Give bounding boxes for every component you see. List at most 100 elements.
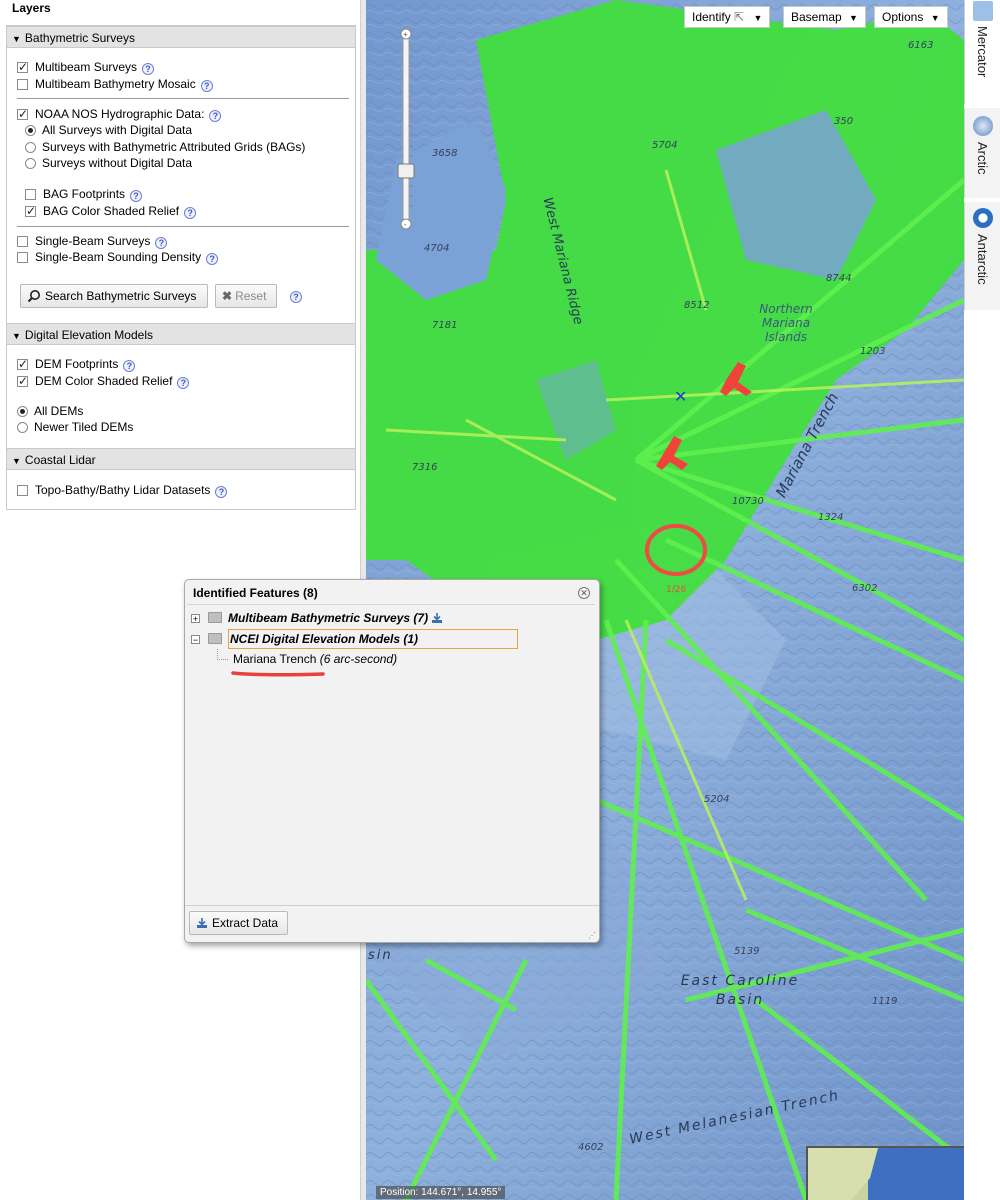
layer-multibeam-surveys[interactable]: Multibeam Surveys? <box>17 59 155 75</box>
depth-label: 4704 <box>424 243 450 254</box>
radio-button[interactable] <box>25 142 36 153</box>
radio-button[interactable] <box>17 422 28 433</box>
radio-bags[interactable]: Surveys with Bathymetric Attributed Grid… <box>25 139 305 155</box>
resize-grip-icon[interactable]: ⋰ <box>588 931 596 940</box>
help-icon[interactable]: ? <box>184 207 197 219</box>
chevron-down-icon: ▼ <box>930 13 940 23</box>
collapse-minus-icon[interactable]: − <box>191 635 200 645</box>
tab-mercator[interactable]: Mercator <box>964 0 1000 104</box>
depth-label: 1324 <box>818 512 844 523</box>
multibeam-surveys-checkbox[interactable] <box>17 59 28 75</box>
zoom-slider[interactable]: + - <box>394 26 418 236</box>
download-icon <box>196 914 208 928</box>
svg-text:1/26: 1/26 <box>666 585 686 595</box>
depth-label: 1203 <box>860 346 886 357</box>
radio-button[interactable] <box>25 158 36 169</box>
label-sin: sin <box>368 948 393 963</box>
help-icon[interactable]: ? <box>290 291 302 303</box>
collapse-arrow-icon: ▼ <box>12 331 21 341</box>
help-icon[interactable]: ? <box>209 110 222 122</box>
radio-no-digital[interactable]: Surveys without Digital Data <box>25 155 192 171</box>
close-x-icon: ✖ <box>222 289 233 303</box>
basemap-button[interactable]: Basemap ▼ <box>783 6 866 28</box>
depth-label: 5139 <box>734 946 760 957</box>
radio-newer-dems[interactable]: Newer Tiled DEMs <box>17 419 133 435</box>
search-icon <box>27 288 41 303</box>
multibeam-mosaic-checkbox[interactable] <box>17 79 28 90</box>
antarctic-globe-icon <box>973 208 993 228</box>
radio-all-dems[interactable]: All DEMs <box>17 403 83 419</box>
radio-all-surveys[interactable]: All Surveys with Digital Data <box>25 122 192 138</box>
single-beam-checkbox[interactable] <box>17 236 28 247</box>
help-icon[interactable]: ? <box>215 486 228 498</box>
layer-multibeam-mosaic[interactable]: Multibeam Bathymetry Mosaic? <box>17 76 213 92</box>
collapse-arrow-icon: ▼ <box>12 34 21 44</box>
single-beam-density-checkbox[interactable] <box>17 252 28 263</box>
options-button[interactable]: Options ▼ <box>874 6 948 28</box>
layer-bag-footprints[interactable]: BAG Footprints? <box>25 186 143 202</box>
divider <box>17 98 349 99</box>
feature-tree: + Multibeam Bathymetric Surveys (7) − NCEI… <box>187 604 595 905</box>
depth-label: 5204 <box>704 794 730 805</box>
lidar-datasets-checkbox[interactable] <box>17 485 28 496</box>
depth-label: 7181 <box>432 320 458 331</box>
help-icon[interactable]: ? <box>130 190 143 202</box>
reset-button[interactable]: ✖ Reset <box>215 284 277 308</box>
svg-text:+: + <box>403 30 408 39</box>
radio-button[interactable] <box>25 125 36 136</box>
section-header-dem[interactable]: ▼ Digital Elevation Models <box>7 323 355 345</box>
search-bathymetric-button[interactable]: Search Bathymetric Surveys <box>20 284 208 308</box>
extract-data-button[interactable]: Extract Data <box>189 911 288 935</box>
help-icon[interactable]: ? <box>142 63 155 75</box>
dem-relief-checkbox[interactable] <box>17 373 28 389</box>
depth-label: 8744 <box>826 273 852 284</box>
collapse-arrow-icon: ▼ <box>12 456 21 466</box>
dem-footprints-checkbox[interactable] <box>17 356 28 372</box>
chevron-down-icon: ▼ <box>849 13 858 23</box>
label-northern-mariana: Northern Mariana Islands <box>759 302 813 344</box>
arctic-globe-icon <box>973 116 993 136</box>
depth-label: 10730 <box>732 496 764 507</box>
depth-label: 7316 <box>412 462 438 473</box>
help-icon[interactable]: ? <box>206 253 219 265</box>
noaa-nos-checkbox[interactable] <box>17 106 28 122</box>
expand-plus-icon[interactable]: + <box>191 614 200 624</box>
layer-dem-relief[interactable]: DEM Color Shaded Relief? <box>17 373 190 389</box>
layers-box: ▼Bathymetric Surveys Multibeam Surveys? … <box>6 25 356 510</box>
tree-leaf-mariana-trench[interactable]: Mariana Trench (6 arc-second) <box>233 650 397 668</box>
tab-arctic[interactable]: Arctic <box>964 108 1000 198</box>
layer-noaa-nos[interactable]: NOAA NOS Hydrographic Data:? <box>17 106 222 122</box>
section-header-lidar[interactable]: ▼ Coastal Lidar <box>7 448 355 470</box>
projection-tabs: Mercator Arctic Antarctic <box>964 0 1000 1200</box>
layer-single-beam[interactable]: Single-Beam Surveys? <box>17 233 168 249</box>
overview-map[interactable] <box>806 1146 964 1200</box>
help-icon[interactable]: ? <box>200 80 213 92</box>
bag-relief-checkbox[interactable] <box>25 203 36 219</box>
tree-node-multibeam[interactable]: + Multibeam Bathymetric Surveys (7) <box>191 609 443 627</box>
depth-label: 5704 <box>652 140 678 151</box>
help-icon[interactable]: ? <box>155 237 168 249</box>
mercator-map-icon <box>973 1 993 21</box>
radio-button[interactable] <box>17 406 28 417</box>
help-icon[interactable]: ? <box>123 360 136 372</box>
close-icon[interactable]: ✕ <box>578 587 590 599</box>
folder-icon <box>208 633 222 644</box>
download-icon[interactable] <box>431 611 443 623</box>
bag-footprints-checkbox[interactable] <box>25 189 36 200</box>
tree-node-dem[interactable]: − NCEI Digital Elevation Models (1) <box>191 629 518 649</box>
section-header-bathymetric[interactable]: ▼ Bathymetric Surveys <box>7 26 355 48</box>
identified-features-dialog: Identified Features (8) ✕ + Multibeam Bat… <box>184 579 600 943</box>
layer-lidar-datasets[interactable]: Topo-Bathy/Bathy Lidar Datasets? <box>17 482 228 498</box>
layer-single-beam-density[interactable]: Single-Beam Sounding Density? <box>17 249 219 265</box>
help-icon[interactable]: ? <box>177 377 190 389</box>
layer-dem-footprints[interactable]: DEM Footprints? <box>17 356 136 372</box>
layer-bag-relief[interactable]: BAG Color Shaded Relief? <box>25 203 197 219</box>
dialog-footer: Extract Data ⋰ <box>185 905 599 942</box>
label-east-caroline: East Caroline Basin <box>680 973 800 1008</box>
layers-title: Layers <box>12 1 51 15</box>
identify-tool-button[interactable]: Identify ⇱ ▼ <box>684 6 771 28</box>
depth-label: 6302 <box>852 583 878 594</box>
depth-label: 350 <box>834 116 854 127</box>
tab-antarctic[interactable]: Antarctic <box>964 202 1000 310</box>
position-readout: Position: 144.671°, 14.955° <box>376 1186 506 1199</box>
